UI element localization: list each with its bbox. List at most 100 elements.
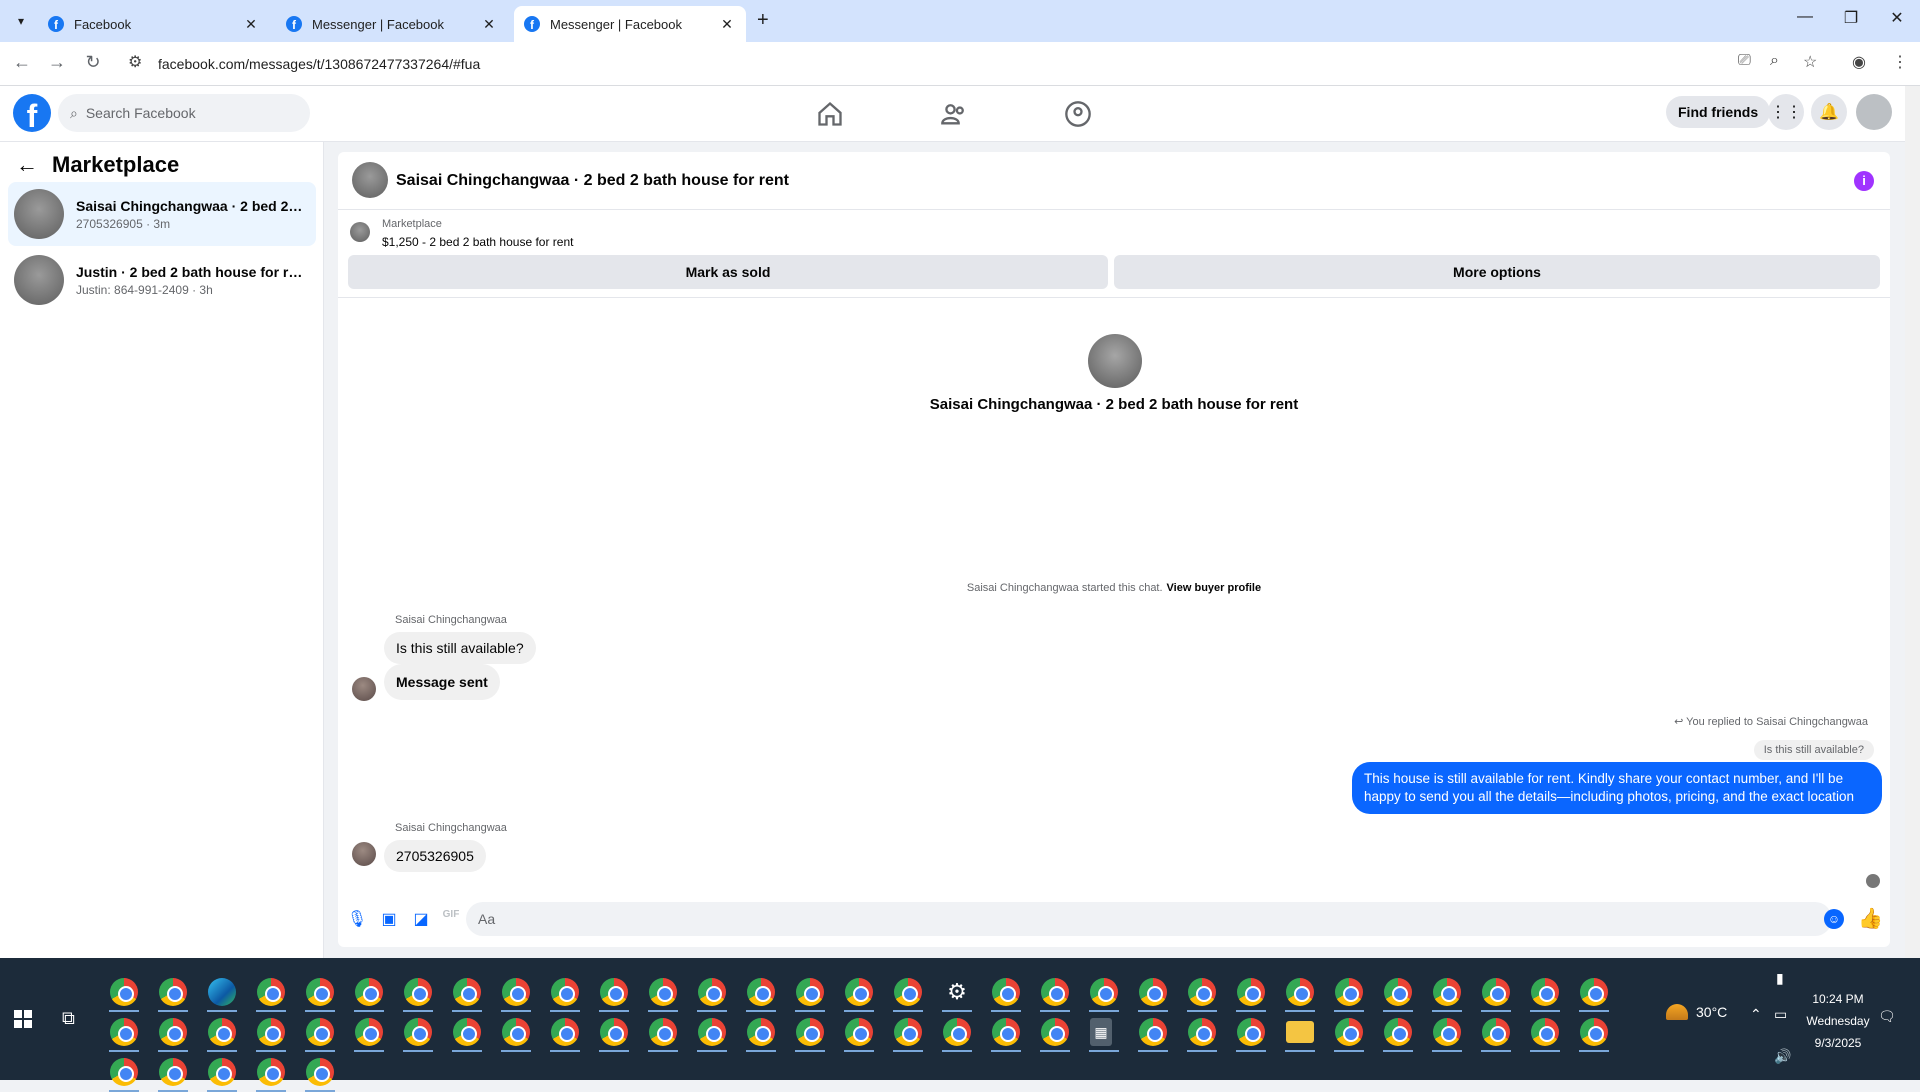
chrome-app-icon[interactable]: [992, 978, 1020, 1006]
browser-tab-facebook[interactable]: f Facebook ✕: [38, 6, 270, 42]
photo-icon[interactable]: ▣: [378, 909, 400, 931]
notifications-icon[interactable]: 🗨: [1878, 1008, 1896, 1025]
settings-app-icon[interactable]: ⚙: [943, 978, 971, 1006]
friends-icon[interactable]: [940, 100, 968, 128]
chat-header-avatar[interactable]: [352, 162, 388, 198]
listing-thumbnail[interactable]: [350, 222, 370, 242]
view-buyer-profile-link[interactable]: View buyer profile: [1167, 582, 1262, 594]
chrome-app-icon[interactable]: [1482, 1018, 1510, 1046]
chrome-app-icon[interactable]: [257, 1018, 285, 1046]
chrome-app-icon[interactable]: [1139, 978, 1167, 1006]
groups-icon[interactable]: [1064, 100, 1092, 128]
chrome-app-icon[interactable]: [1041, 1018, 1069, 1046]
chrome-app-icon[interactable]: [796, 1018, 824, 1046]
close-tab-icon[interactable]: ✕: [242, 16, 260, 33]
chrome-app-icon[interactable]: [404, 978, 432, 1006]
chrome-app-icon[interactable]: [1580, 978, 1608, 1006]
chrome-app-icon[interactable]: [502, 1018, 530, 1046]
quoted-message[interactable]: Is this still available?: [1753, 740, 1874, 760]
chrome-app-icon[interactable]: [453, 1018, 481, 1046]
sticker-icon[interactable]: ◪: [410, 909, 432, 931]
chrome-app-icon[interactable]: [110, 1018, 138, 1046]
chrome-app-icon[interactable]: [208, 1058, 236, 1086]
sender-avatar[interactable]: [352, 842, 376, 866]
chrome-app-icon[interactable]: [551, 1018, 579, 1046]
windows-start-icon[interactable]: [14, 1010, 32, 1028]
page-scrollbar[interactable]: [1905, 86, 1920, 958]
chrome-app-icon[interactable]: [208, 1018, 236, 1046]
chrome-app-icon[interactable]: [698, 1018, 726, 1046]
chrome-app-icon[interactable]: [1580, 1018, 1608, 1046]
thumbs-up-icon[interactable]: 👍: [1858, 906, 1883, 931]
sender-avatar[interactable]: [352, 677, 376, 701]
back-arrow-icon[interactable]: ←: [16, 152, 38, 178]
close-window-button[interactable]: ✕: [1882, 8, 1912, 28]
chrome-app-icon[interactable]: [1531, 1018, 1559, 1046]
browser-menu-icon[interactable]: ⋮: [1892, 52, 1908, 72]
restore-window-button[interactable]: ❐: [1836, 8, 1866, 28]
chrome-app-icon[interactable]: [404, 1018, 432, 1046]
mark-as-sold-button[interactable]: Mark as sold: [348, 255, 1108, 289]
chrome-app-icon[interactable]: [1384, 1018, 1412, 1046]
system-clock[interactable]: 10:24 PM Wednesday 9/3/2025: [1796, 988, 1880, 1054]
install-app-icon[interactable]: ⎚: [1738, 52, 1751, 70]
conversation-item[interactable]: Saisai Chingchangwaa · 2 bed 2 ba... 270…: [8, 182, 316, 246]
chrome-app-icon[interactable]: [1531, 978, 1559, 1006]
chrome-app-icon[interactable]: [355, 1018, 383, 1046]
chrome-app-icon[interactable]: [306, 1018, 334, 1046]
conversation-item[interactable]: Justin · 2 bed 2 bath house for rent Jus…: [8, 248, 316, 312]
info-icon[interactable]: i: [1854, 171, 1874, 191]
outgoing-message[interactable]: This house is still available for rent. …: [1352, 762, 1882, 814]
chrome-app-icon[interactable]: [1384, 978, 1412, 1006]
chrome-app-icon[interactable]: [1188, 1018, 1216, 1046]
incoming-message[interactable]: 2705326905: [384, 840, 486, 872]
edge-app-icon[interactable]: [208, 978, 236, 1006]
tab-search-dropdown[interactable]: ▾: [10, 10, 32, 32]
chrome-app-icon[interactable]: [894, 1018, 922, 1046]
chrome-app-icon[interactable]: [1237, 978, 1265, 1006]
browser-tab-messenger-active[interactable]: f Messenger | Facebook ✕: [514, 6, 746, 42]
chrome-app-icon[interactable]: [600, 978, 628, 1006]
gif-icon[interactable]: GIF: [440, 909, 462, 931]
profile-icon[interactable]: ◉: [1852, 52, 1866, 72]
emoji-icon[interactable]: ☺: [1824, 909, 1844, 929]
chrome-app-icon[interactable]: [1237, 1018, 1265, 1046]
chrome-app-icon[interactable]: [257, 1058, 285, 1086]
chrome-app-icon[interactable]: [747, 978, 775, 1006]
incoming-message[interactable]: Message sent: [384, 664, 500, 700]
chrome-app-icon[interactable]: [1433, 1018, 1461, 1046]
chrome-app-icon[interactable]: [845, 1018, 873, 1046]
weather-widget[interactable]: 30°C: [1666, 1004, 1727, 1020]
chrome-app-icon[interactable]: [698, 978, 726, 1006]
chrome-app-icon[interactable]: [1188, 978, 1216, 1006]
chat-header-title[interactable]: Saisai Chingchangwaa · 2 bed 2 bath hous…: [396, 172, 789, 190]
chrome-app-icon[interactable]: [992, 1018, 1020, 1046]
chrome-app-icon[interactable]: [600, 1018, 628, 1046]
chrome-app-icon[interactable]: [159, 978, 187, 1006]
facebook-logo-icon[interactable]: f: [13, 94, 51, 132]
chrome-app-icon[interactable]: [845, 978, 873, 1006]
chrome-app-icon[interactable]: [159, 1018, 187, 1046]
chrome-app-icon[interactable]: [551, 978, 579, 1006]
chrome-app-icon[interactable]: [747, 1018, 775, 1046]
chrome-app-icon[interactable]: [943, 1018, 971, 1046]
show-hidden-icons-chevron-icon[interactable]: ⌃: [1750, 1006, 1762, 1023]
chrome-app-icon[interactable]: [453, 978, 481, 1006]
notifications-bell-icon[interactable]: 🔔: [1811, 94, 1847, 130]
chrome-app-icon[interactable]: [1433, 978, 1461, 1006]
folder-app-icon[interactable]: [1286, 1021, 1314, 1043]
minimize-window-button[interactable]: —: [1790, 8, 1820, 26]
home-icon[interactable]: [816, 100, 844, 128]
find-friends-button[interactable]: Find friends: [1666, 96, 1771, 128]
chrome-app-icon[interactable]: [796, 978, 824, 1006]
chrome-app-icon[interactable]: [306, 1058, 334, 1086]
chrome-app-icon[interactable]: [159, 1058, 187, 1086]
back-button[interactable]: ←: [10, 52, 34, 73]
menu-grid-icon[interactable]: ⋮⋮: [1768, 94, 1804, 130]
battery-icon[interactable]: ▮: [1776, 970, 1784, 987]
message-input[interactable]: Aa: [466, 902, 1832, 936]
incoming-message[interactable]: Is this still available?: [384, 632, 536, 664]
chrome-app-icon[interactable]: [1335, 1018, 1363, 1046]
chrome-app-icon[interactable]: [1041, 978, 1069, 1006]
account-avatar[interactable]: [1856, 94, 1892, 130]
